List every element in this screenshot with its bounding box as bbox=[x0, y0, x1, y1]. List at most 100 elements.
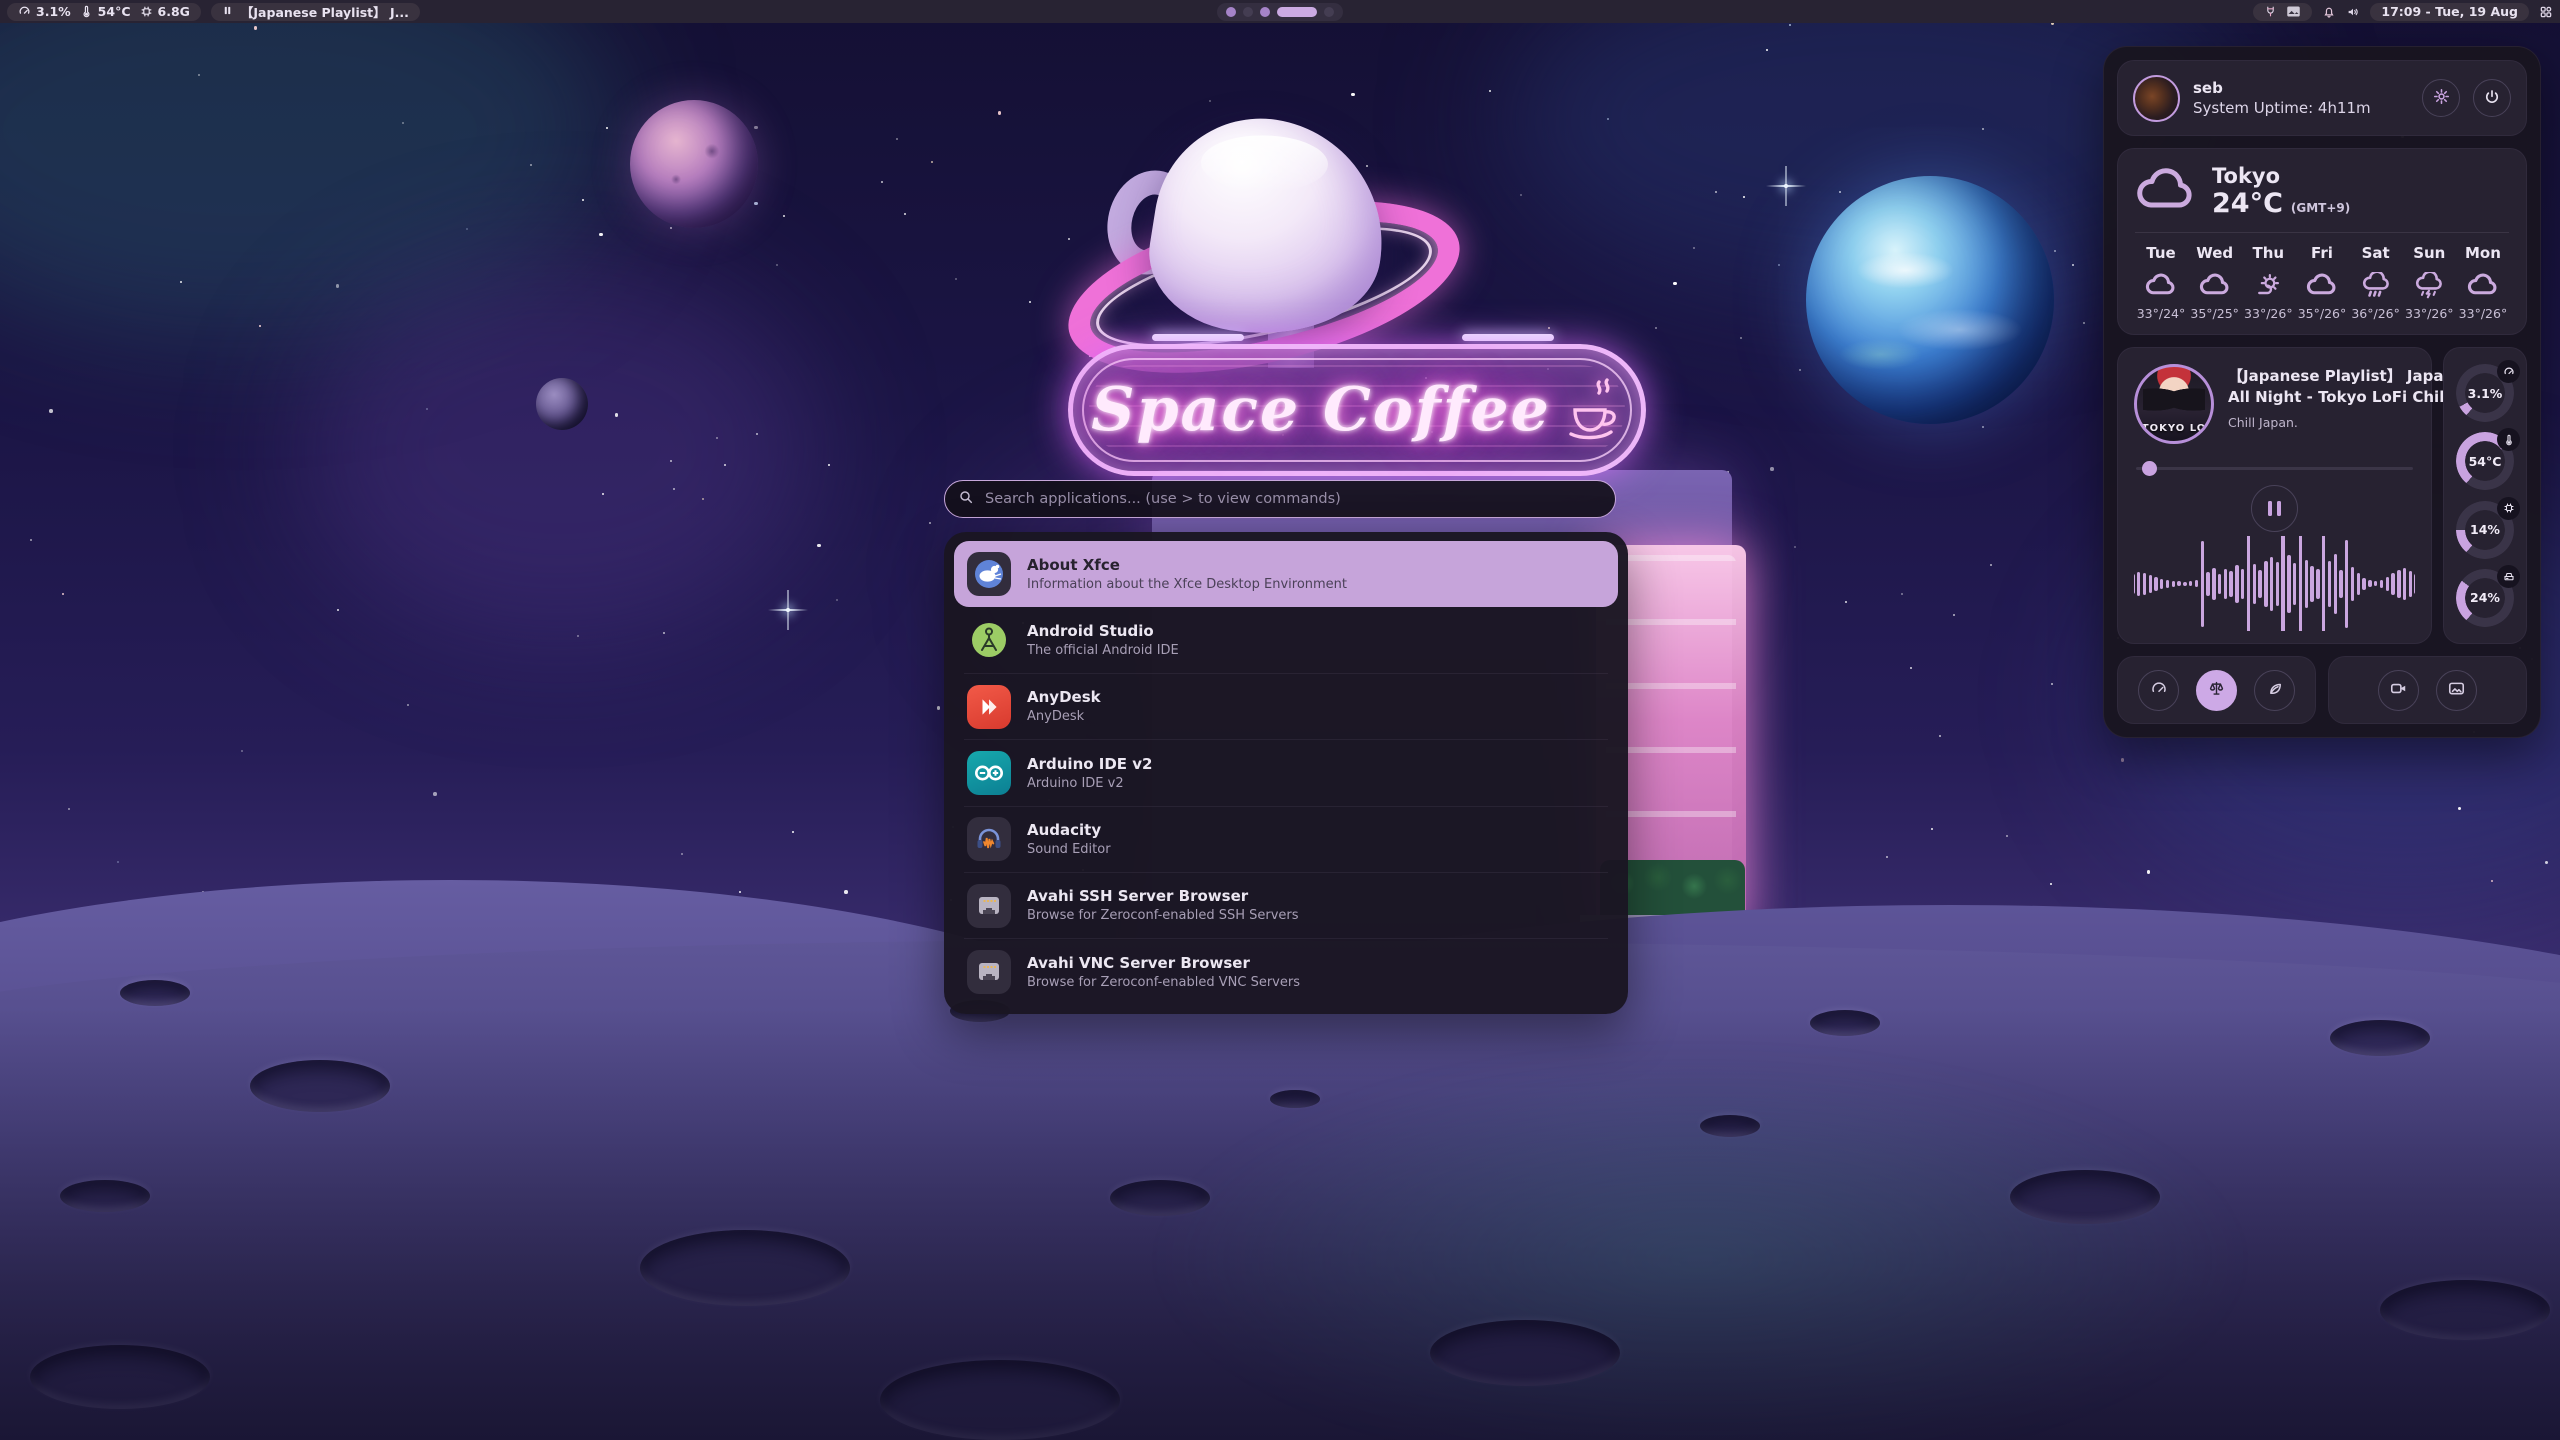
network-port-icon bbox=[967, 884, 1011, 928]
forecast-day: Tue 33°/24° bbox=[2135, 244, 2187, 321]
now-playing-pill[interactable]: 【Japanese Playlist】 J... bbox=[211, 3, 420, 21]
performance-mode-button[interactable] bbox=[2138, 670, 2179, 711]
network-icon[interactable] bbox=[2264, 5, 2277, 18]
chip-icon bbox=[2497, 497, 2520, 520]
seek-slider[interactable] bbox=[2134, 461, 2415, 476]
play-pause-button[interactable] bbox=[2251, 485, 2298, 532]
avatar bbox=[2133, 75, 2180, 122]
temperature-stat: 54°C bbox=[80, 4, 131, 19]
music-header: TOKYO LO 【Japanese Playlist】 Japan All N… bbox=[2134, 364, 2415, 444]
forecast-day: Thu 33°/26° bbox=[2242, 244, 2294, 321]
clock-text: 17:09 - Tue, 19 Aug bbox=[2381, 4, 2518, 19]
search-bar[interactable] bbox=[944, 480, 1616, 518]
volume-icon[interactable] bbox=[2346, 5, 2360, 19]
app-grid-icon[interactable] bbox=[2539, 5, 2553, 19]
app-text: Android Studio The official Android IDE bbox=[1027, 622, 1179, 659]
forecast-day: Sun 33°/26° bbox=[2403, 244, 2455, 321]
app-row-anydesk[interactable]: AnyDesk AnyDesk bbox=[954, 674, 1618, 740]
sign-light bbox=[1462, 334, 1554, 341]
power-profile-pill bbox=[2117, 656, 2316, 724]
balanced-mode-button[interactable] bbox=[2196, 670, 2237, 711]
forecast-row: Tue 33°/24° Wed 35°/25° Thu 33°/26° Fri … bbox=[2135, 244, 2509, 321]
forecast-day: Sat 36°/26° bbox=[2350, 244, 2402, 321]
xfce-mouse-icon bbox=[967, 552, 1011, 596]
temperature-value: 54°C bbox=[98, 4, 131, 19]
app-row-android-studio[interactable]: Android Studio The official Android IDE bbox=[954, 607, 1618, 673]
tray-pill[interactable] bbox=[2253, 3, 2312, 21]
app-title: About Xfce bbox=[1027, 556, 1347, 574]
weather-texts: Tokyo 24°C (GMT+9) bbox=[2212, 164, 2350, 219]
track-title-line2: All Night - Tokyo LoFi Chill... bbox=[2228, 387, 2415, 408]
app-text: Avahi SSH Server Browser Browse for Zero… bbox=[1027, 887, 1299, 924]
user-card: seb System Uptime: 4h11m bbox=[2117, 60, 2527, 136]
app-description: AnyDesk bbox=[1027, 709, 1101, 725]
leaf-icon bbox=[2266, 680, 2284, 701]
app-row-arduino[interactable]: Arduino IDE v2 Arduino IDE v2 bbox=[954, 740, 1618, 806]
forecast-day: Mon 33°/26° bbox=[2457, 244, 2509, 321]
speedometer-icon bbox=[2497, 360, 2520, 383]
album-art-text: TOKYO LO bbox=[2137, 423, 2211, 434]
weather-card: Tokyo 24°C (GMT+9) Tue 33°/24° Wed 35°/2… bbox=[2117, 148, 2527, 335]
control-panel: seb System Uptime: 4h11m Tokyo 24°C (GMT… bbox=[2103, 46, 2541, 738]
neon-sign: Space Coffee bbox=[1068, 344, 1646, 476]
sign-light bbox=[1152, 334, 1244, 341]
power-button[interactable] bbox=[2473, 79, 2511, 117]
cpu-usage-stat: 3.1% bbox=[18, 4, 71, 19]
wallpaper-icon[interactable] bbox=[2286, 5, 2301, 18]
weather-temp-row: 24°C (GMT+9) bbox=[2212, 188, 2350, 219]
track-artist: Chill Japan. bbox=[2228, 415, 2415, 430]
thermometer-icon bbox=[80, 5, 93, 18]
app-description: Browse for Zeroconf-enabled VNC Servers bbox=[1027, 975, 1300, 991]
cpu-usage-value: 3.1% bbox=[36, 4, 71, 19]
weather-city: Tokyo bbox=[2212, 164, 2350, 188]
notifications-bell-icon[interactable] bbox=[2322, 5, 2336, 19]
audio-visualizer bbox=[2134, 536, 2415, 631]
screen-record-button[interactable] bbox=[2378, 670, 2419, 711]
workspace-dot[interactable] bbox=[1324, 7, 1334, 17]
search-input[interactable] bbox=[983, 490, 1602, 508]
workspace-dot-active[interactable] bbox=[1277, 7, 1317, 17]
chip-icon bbox=[140, 5, 153, 18]
space-coffee-cup bbox=[1080, 120, 1460, 370]
capture-pill bbox=[2328, 656, 2527, 724]
app-title: Avahi SSH Server Browser bbox=[1027, 887, 1299, 905]
speedometer-icon bbox=[2150, 680, 2168, 701]
cloud-icon bbox=[2135, 167, 2197, 217]
app-row-about-xfce[interactable]: About Xfce Information about the Xfce De… bbox=[954, 541, 1618, 607]
workspace-dot[interactable] bbox=[1260, 7, 1270, 17]
seek-knob[interactable] bbox=[2142, 461, 2157, 476]
neon-sign-text: Space Coffee bbox=[1091, 375, 1551, 445]
settings-button[interactable] bbox=[2422, 79, 2460, 117]
topbar-tray: 17:09 - Tue, 19 Aug bbox=[2253, 3, 2553, 21]
album-art: TOKYO LO bbox=[2134, 364, 2214, 444]
memory-stat: 6.8G bbox=[140, 4, 190, 19]
music-player-card: TOKYO LO 【Japanese Playlist】 Japan All N… bbox=[2117, 347, 2432, 644]
disk-gauge: 24% bbox=[2456, 569, 2514, 627]
search-icon bbox=[958, 489, 974, 509]
system-stats-pill: 3.1% 54°C 6.8G bbox=[7, 3, 201, 21]
app-row-avahi-vnc[interactable]: Avahi VNC Server Browser Browse for Zero… bbox=[954, 939, 1618, 1005]
workspace-indicator[interactable] bbox=[1217, 3, 1343, 21]
app-title: Android Studio bbox=[1027, 622, 1179, 640]
app-title: Audacity bbox=[1027, 821, 1111, 839]
workspace-dot[interactable] bbox=[1226, 7, 1236, 17]
rain-icon bbox=[2361, 271, 2391, 299]
clock[interactable]: 17:09 - Tue, 19 Aug bbox=[2370, 3, 2529, 21]
app-description: Browse for Zeroconf-enabled SSH Servers bbox=[1027, 908, 1299, 924]
seek-track bbox=[2136, 467, 2413, 470]
sidebar-bottom-row bbox=[2117, 656, 2527, 724]
system-uptime: System Uptime: 4h11m bbox=[2193, 99, 2409, 117]
workspace-dot[interactable] bbox=[1243, 7, 1253, 17]
android-studio-icon bbox=[967, 618, 1011, 662]
app-row-avahi-ssh[interactable]: Avahi SSH Server Browser Browse for Zero… bbox=[954, 872, 1618, 938]
sidebar-middle: TOKYO LO 【Japanese Playlist】 Japan All N… bbox=[2117, 347, 2527, 644]
screenshot-button[interactable] bbox=[2436, 670, 2477, 711]
app-row-audacity[interactable]: Audacity Sound Editor bbox=[954, 806, 1618, 872]
powersave-mode-button[interactable] bbox=[2254, 670, 2295, 711]
topbar: 3.1% 54°C 6.8G 【Japanese Playlist】 J... bbox=[0, 0, 2560, 23]
app-description: Arduino IDE v2 bbox=[1027, 776, 1153, 792]
track-titles: 【Japanese Playlist】 Japan All Night - To… bbox=[2228, 364, 2415, 444]
gear-icon bbox=[2432, 87, 2451, 109]
pause-icon bbox=[222, 4, 233, 19]
username: seb bbox=[2193, 79, 2409, 97]
